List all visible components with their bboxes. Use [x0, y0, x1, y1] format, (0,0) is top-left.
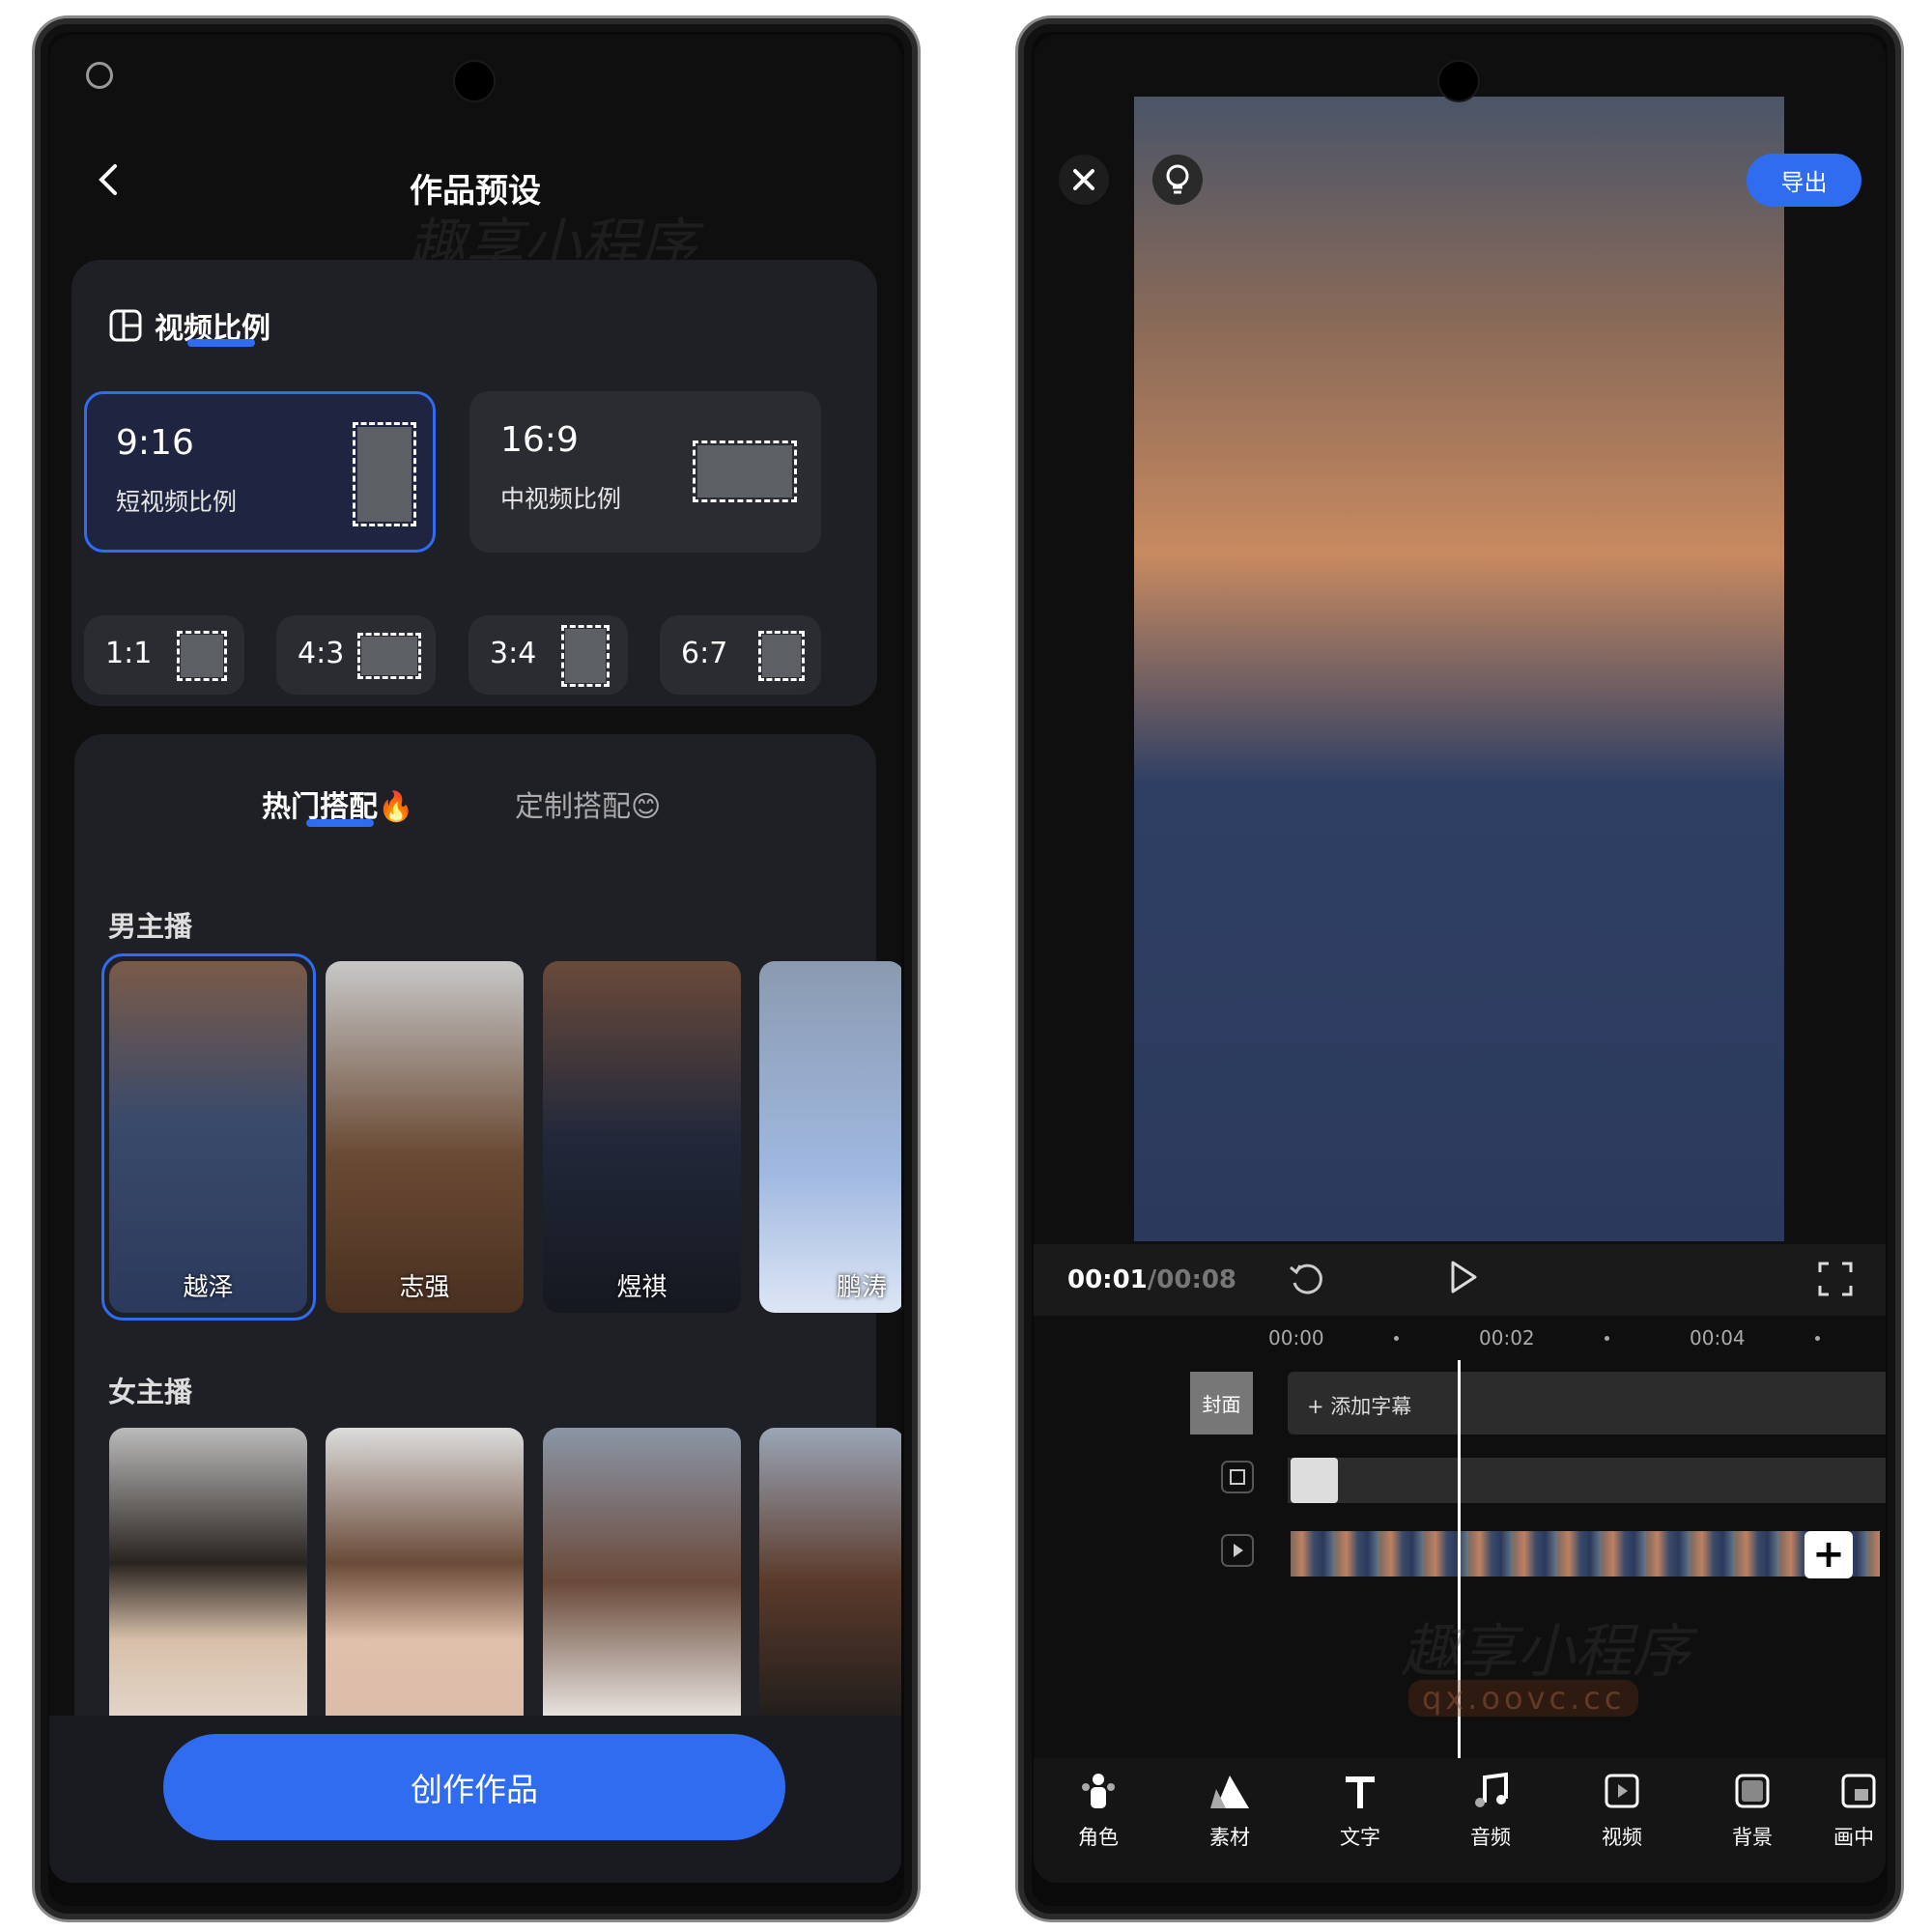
toolbar-label: 音频: [1470, 1826, 1511, 1849]
fire-icon: 🔥: [378, 790, 414, 824]
ratio-value: 9:16: [116, 423, 194, 463]
toolbar-label: 背景: [1732, 1826, 1773, 1849]
ratio-3-4-icon: [561, 625, 610, 687]
avatar-panel: 热门搭配🔥 定制搭配😊 男主播 越泽 志强 煜祺 鹏涛 女主播 馨蕊 瑾萱 欣怡…: [74, 734, 901, 1883]
toolbar-label: 文字: [1340, 1826, 1380, 1849]
tab-label: 定制搭配: [515, 790, 631, 824]
ruler-dot: [1394, 1336, 1399, 1341]
person-icon: [1082, 1774, 1115, 1808]
watermark-url: qx.oovc.cc: [1408, 1680, 1639, 1717]
square-ratio-icon: [177, 631, 227, 681]
ratio-card-4-3[interactable]: 4:3: [276, 615, 436, 695]
cover-button[interactable]: 封面: [1190, 1372, 1253, 1435]
avatar-name: 鹏涛: [837, 1273, 888, 1302]
ratio-6-7-icon: [758, 631, 805, 681]
background-icon: [1735, 1774, 1770, 1808]
overlay-track-icon: [1221, 1461, 1254, 1493]
ruler-label: 00:02: [1479, 1326, 1535, 1350]
ruler-label: 00:00: [1268, 1326, 1324, 1350]
ratio-value: 3:4: [490, 637, 537, 670]
controls-bar: 00:01/00:08: [1034, 1244, 1886, 1316]
toolbar-label: 画中: [1833, 1826, 1874, 1849]
ruler-dot: [1815, 1336, 1820, 1341]
avatar-card[interactable]: 越泽: [109, 961, 307, 1313]
avatar-card[interactable]: 煜祺: [543, 961, 741, 1313]
toolbar-pip[interactable]: 画中: [1830, 1772, 1886, 1851]
camera-icon: [453, 60, 496, 102]
overlay-clip[interactable]: [1291, 1458, 1338, 1503]
text-icon: [1346, 1776, 1375, 1808]
layout-icon: [109, 309, 142, 342]
landscape-ratio-icon: [693, 440, 797, 502]
ratio-card-9-16[interactable]: 9:16 短视频比例: [84, 391, 436, 553]
tab-custom[interactable]: 定制搭配😊: [515, 782, 661, 825]
avatar-name: 煜祺: [616, 1273, 668, 1302]
ratio-panel: 视频比例 9:16 短视频比例 16:9 中视频比例 1:1 4:3 3:4 6…: [71, 260, 877, 706]
play-icon[interactable]: [1443, 1258, 1482, 1296]
tab-underline: [306, 819, 374, 827]
camera-icon: [1437, 60, 1480, 102]
ratio-label: 短视频比例: [116, 488, 238, 516]
avatar-card[interactable]: 鹏涛: [759, 961, 901, 1313]
current-time: 00:01: [1067, 1265, 1148, 1294]
ratio-value: 16:9: [500, 420, 579, 460]
fullscreen-icon[interactable]: [1818, 1262, 1853, 1296]
ratio-4-3-icon: [357, 633, 421, 679]
preset-screen: 作品预设 趣享小程序 qx.oovc.cc 视频比例 9:16 短视频比例 16…: [49, 35, 901, 1883]
video-preview[interactable]: [1134, 97, 1784, 1241]
ratio-card-6-7[interactable]: 6:7: [660, 615, 821, 695]
close-icon: [1073, 169, 1094, 190]
toolbar-material[interactable]: 素材: [1177, 1772, 1283, 1851]
toolbar-label: 视频: [1602, 1826, 1642, 1849]
smile-icon: 😊: [631, 790, 662, 824]
portrait-ratio-icon: [353, 422, 416, 526]
toolbar-role[interactable]: 角色: [1045, 1772, 1151, 1851]
material-icon: [1210, 1776, 1249, 1808]
status-icon: [86, 62, 113, 89]
ratio-card-3-4[interactable]: 3:4: [469, 615, 628, 695]
bottom-toolbar: 角色 素材 文字 音频 视频 背景 画中: [1034, 1758, 1886, 1883]
editor-screen: 导出 00:01/00:08 00:00 00:02 00:04 封面 + 添加…: [1034, 35, 1886, 1883]
toolbar-audio[interactable]: 音频: [1437, 1772, 1544, 1851]
toolbar-label: 素材: [1209, 1826, 1250, 1849]
ratio-card-1-1[interactable]: 1:1: [84, 615, 244, 695]
female-section-title: 女主播: [108, 1376, 193, 1408]
replay-icon[interactable]: [1287, 1260, 1325, 1298]
close-button[interactable]: [1059, 155, 1109, 205]
video-clip-strip[interactable]: [1291, 1531, 1880, 1577]
ruler-label: 00:04: [1690, 1326, 1746, 1350]
ratio-card-16-9[interactable]: 16:9 中视频比例: [469, 391, 821, 553]
ruler-dot: [1605, 1336, 1609, 1341]
toolbar-text[interactable]: 文字: [1307, 1772, 1413, 1851]
tips-button[interactable]: [1152, 155, 1203, 205]
lightbulb-icon: [1166, 164, 1189, 194]
total-time: /00:08: [1147, 1265, 1237, 1294]
avatar-name: 越泽: [183, 1273, 234, 1302]
picture-in-picture-icon: [1841, 1774, 1876, 1808]
ratio-value: 1:1: [105, 637, 153, 670]
male-section-title: 男主播: [108, 910, 193, 943]
toolbar-video[interactable]: 视频: [1569, 1772, 1675, 1851]
ratio-label: 中视频比例: [500, 485, 622, 513]
overlay-track[interactable]: [1288, 1458, 1886, 1503]
toolbar-background[interactable]: 背景: [1699, 1772, 1805, 1851]
avatar-name: 志强: [399, 1273, 450, 1302]
toolbar-label: 角色: [1078, 1826, 1119, 1849]
ratio-value: 4:3: [298, 637, 345, 670]
ratio-value: 6:7: [681, 637, 728, 670]
title-underline: [187, 339, 255, 347]
subtitle-track[interactable]: + 添加字幕: [1288, 1372, 1886, 1435]
music-icon: [1475, 1772, 1508, 1807]
export-button[interactable]: 导出: [1747, 154, 1861, 207]
video-track-icon: [1221, 1534, 1254, 1567]
add-clip-button[interactable]: +: [1804, 1531, 1853, 1578]
avatar-card[interactable]: 志强: [326, 961, 524, 1313]
create-button[interactable]: 创作作品: [163, 1734, 785, 1840]
video-icon: [1605, 1774, 1639, 1808]
watermark-text: 趣享小程序: [1401, 1618, 1690, 1686]
